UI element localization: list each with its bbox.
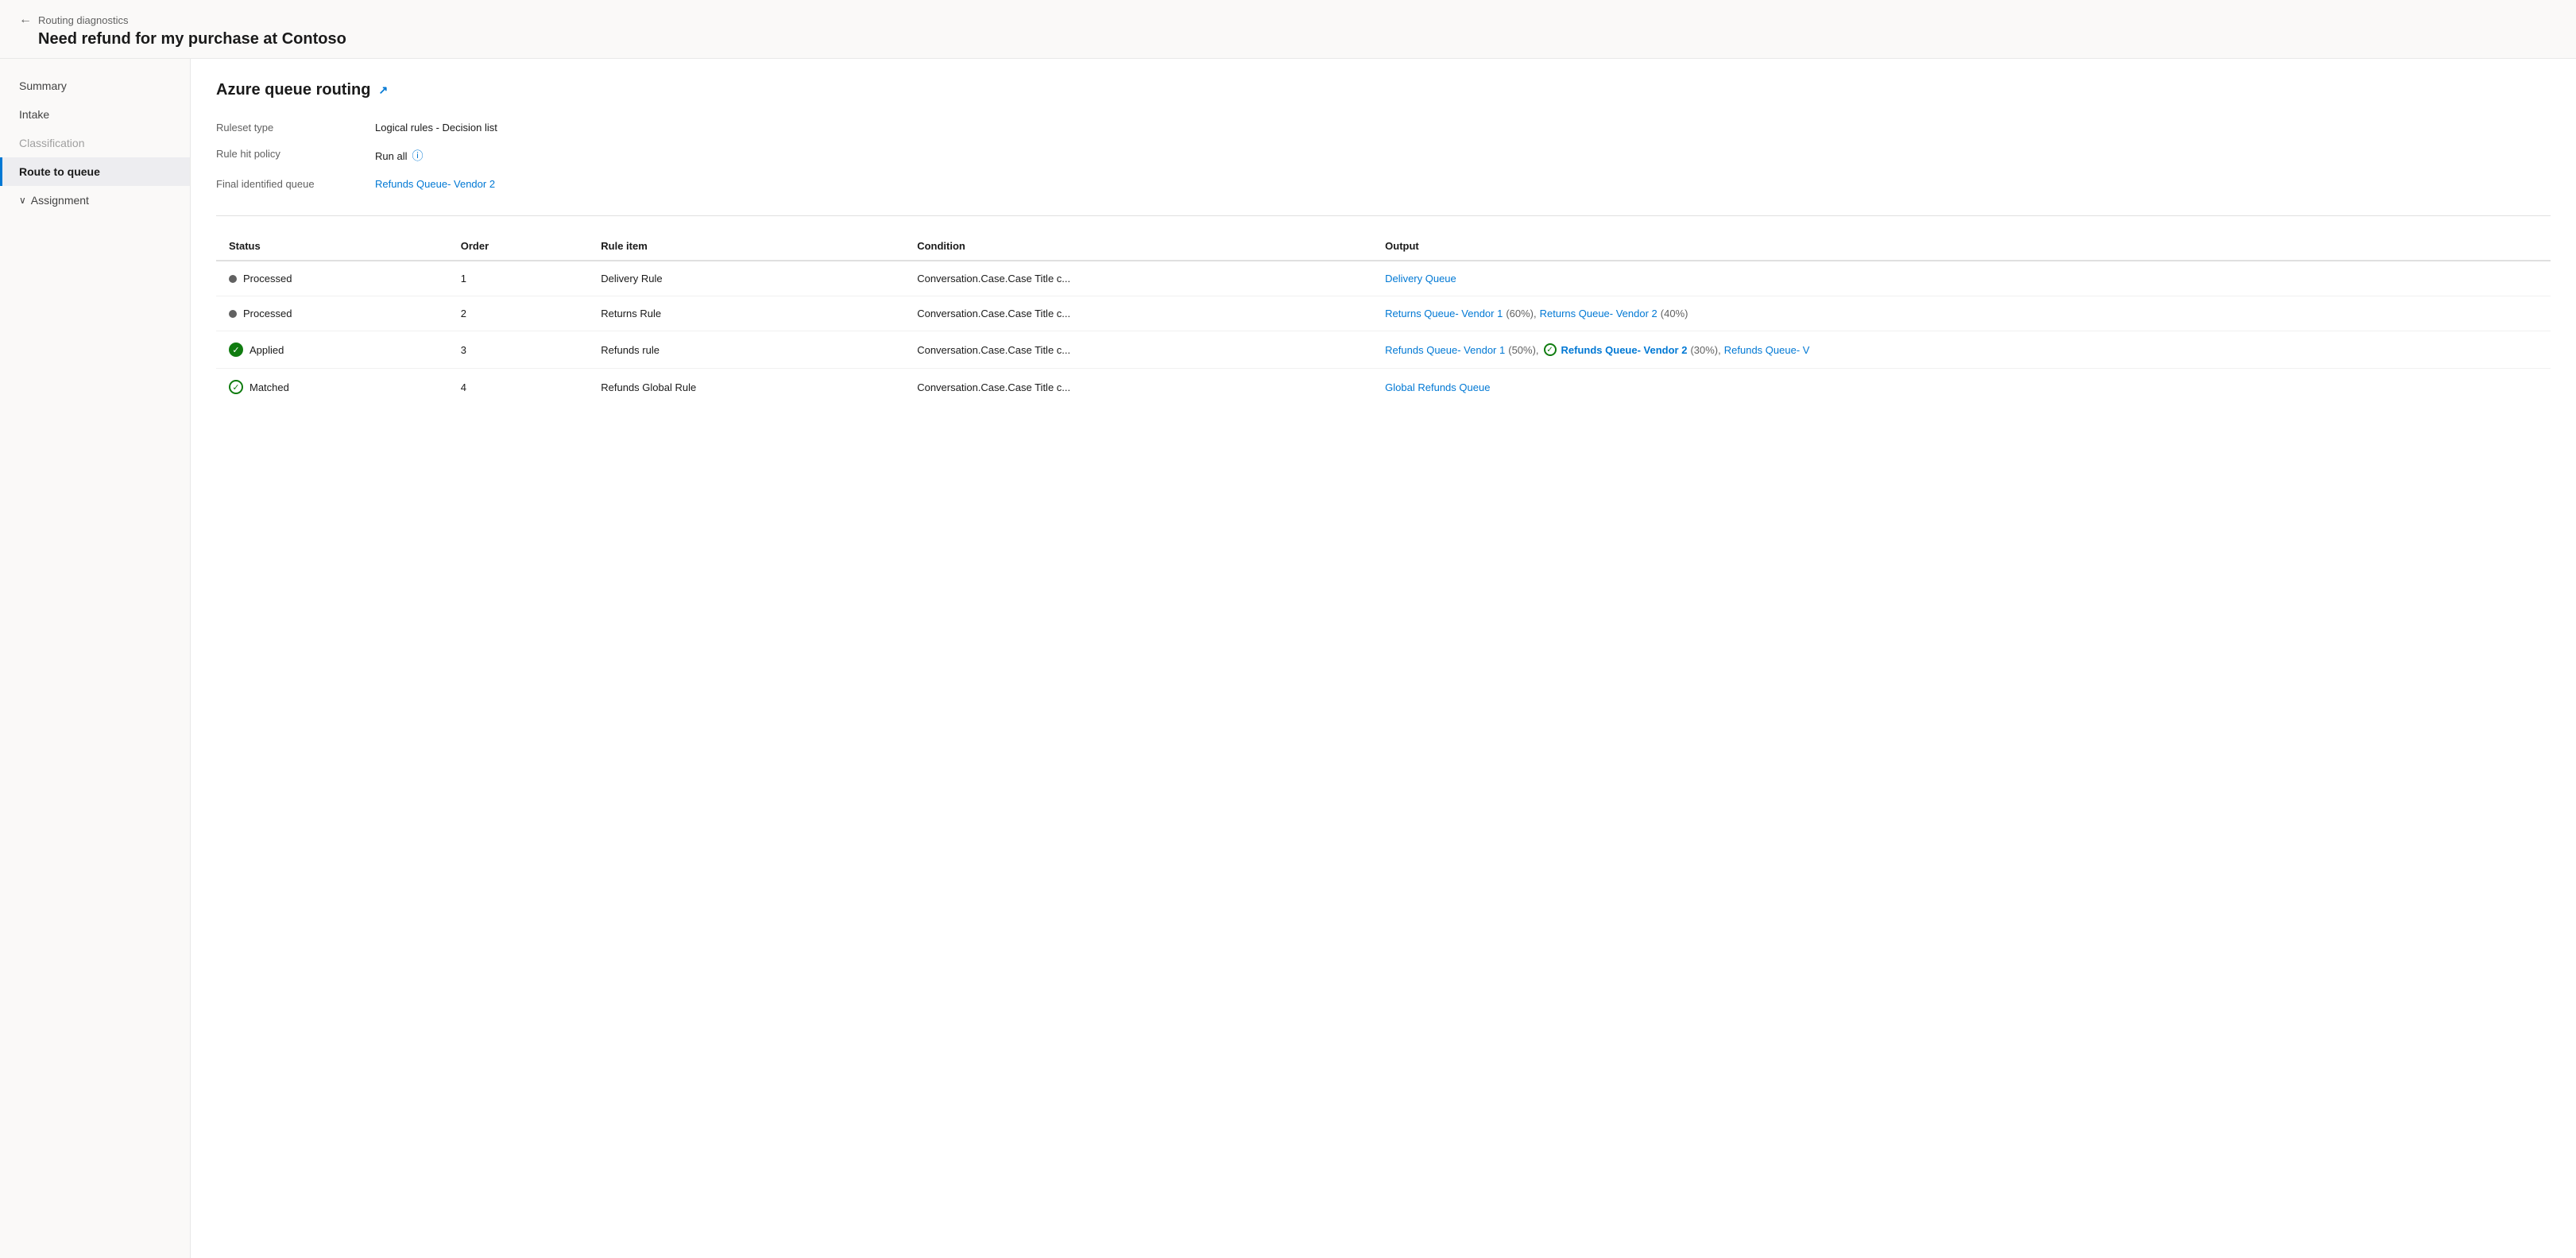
row1-rule-item: Delivery Rule (588, 261, 904, 296)
row4-order: 4 (448, 369, 589, 406)
status-label: Processed (243, 308, 292, 319)
final-queue-label: Final identified queue (216, 175, 375, 193)
section-title-text: Azure queue routing (216, 81, 370, 99)
status-label: Processed (243, 273, 292, 285)
refunds-queue-vendor1-link[interactable]: Refunds Queue- Vendor 1 (1385, 344, 1505, 356)
status-check-outline-icon: ✓ (229, 380, 243, 394)
sidebar-summary-label: Summary (19, 79, 67, 92)
sidebar-item-route-to-queue[interactable]: Route to queue (0, 157, 190, 186)
row1-output: Delivery Queue (1372, 261, 2551, 296)
status-label: Matched (249, 381, 289, 393)
table-header-row: Status Order Rule item Condition Output (216, 232, 2551, 261)
main-layout: Summary Intake Classification Route to q… (0, 59, 2576, 1258)
app-container: ← Routing diagnostics Need refund for my… (0, 0, 2576, 1258)
output-separator: (40%) (1661, 308, 1688, 319)
refunds-queue-vendor2-link[interactable]: Refunds Queue- Vendor 2 (1561, 344, 1688, 356)
header: ← Routing diagnostics Need refund for my… (0, 0, 2576, 59)
sidebar-item-classification: Classification (0, 129, 190, 157)
sidebar-item-summary[interactable]: Summary (0, 72, 190, 100)
row3-status: ✓ Applied (216, 331, 448, 369)
breadcrumb: ← Routing diagnostics (19, 13, 2557, 27)
sidebar: Summary Intake Classification Route to q… (0, 59, 191, 1258)
delivery-queue-link[interactable]: Delivery Queue (1385, 273, 1456, 285)
back-button[interactable]: ← (19, 13, 32, 27)
breadcrumb-text: Routing diagnostics (38, 14, 128, 26)
col-order: Order (448, 232, 589, 261)
status-label: Applied (249, 344, 284, 356)
rule-hit-policy-value: Run all ⓘ (375, 145, 2551, 167)
table-row: ✓ Matched 4 Refunds Global Rule Conversa… (216, 369, 2551, 406)
final-queue-value: Refunds Queue- Vendor 2 (375, 175, 2551, 193)
chevron-down-icon: ∨ (19, 195, 26, 206)
table-row: Processed 2 Returns Rule Conversation.Ca… (216, 296, 2551, 331)
sidebar-route-label: Route to queue (19, 165, 100, 178)
row4-output: Global Refunds Queue (1372, 369, 2551, 406)
row4-condition: Conversation.Case.Case Title c... (904, 369, 1372, 406)
status-dot-icon (229, 310, 237, 318)
output-separator: (60%), (1506, 308, 1536, 319)
info-grid: Ruleset type Logical rules - Decision li… (216, 118, 2551, 193)
row3-condition: Conversation.Case.Case Title c... (904, 331, 1372, 369)
table-row: ✓ Applied 3 Refunds rule Conversation.Ca… (216, 331, 2551, 369)
row3-rule-item: Refunds rule (588, 331, 904, 369)
col-rule-item: Rule item (588, 232, 904, 261)
output-separator: (30%), (1690, 344, 1720, 356)
rule-hit-policy-label: Rule hit policy (216, 145, 375, 167)
returns-queue-vendor1-link[interactable]: Returns Queue- Vendor 1 (1385, 308, 1503, 319)
sidebar-intake-label: Intake (19, 108, 49, 121)
final-queue-link[interactable]: Refunds Queue- Vendor 2 (375, 178, 495, 190)
status-dot-icon (229, 275, 237, 283)
sidebar-item-intake[interactable]: Intake (0, 100, 190, 129)
section-header: Azure queue routing ↗ (216, 81, 2551, 99)
row2-output: Returns Queue- Vendor 1 (60%), Returns Q… (1372, 296, 2551, 331)
table-row: Processed 1 Delivery Rule Conversation.C… (216, 261, 2551, 296)
row4-rule-item: Refunds Global Rule (588, 369, 904, 406)
divider (216, 215, 2551, 216)
returns-queue-vendor2-link[interactable]: Returns Queue- Vendor 2 (1540, 308, 1657, 319)
col-condition: Condition (904, 232, 1372, 261)
row1-order: 1 (448, 261, 589, 296)
row2-condition: Conversation.Case.Case Title c... (904, 296, 1372, 331)
page-title: Need refund for my purchase at Contoso (19, 30, 2557, 48)
content-area: Azure queue routing ↗ Ruleset type Logic… (191, 59, 2576, 1258)
row2-status: Processed (216, 296, 448, 331)
status-check-filled-icon: ✓ (229, 343, 243, 357)
col-output: Output (1372, 232, 2551, 261)
row2-order: 2 (448, 296, 589, 331)
sidebar-assignment-label: Assignment (31, 194, 89, 207)
external-link-icon[interactable]: ↗ (378, 83, 388, 97)
global-refunds-queue-link[interactable]: Global Refunds Queue (1385, 381, 1490, 393)
output-separator: (50%), (1508, 344, 1538, 356)
info-icon[interactable]: ⓘ (412, 148, 423, 164)
sidebar-classification-label: Classification (19, 137, 84, 149)
row1-condition: Conversation.Case.Case Title c... (904, 261, 1372, 296)
ruleset-type-value: Logical rules - Decision list (375, 118, 2551, 137)
inline-check-icon: ✓ (1544, 343, 1557, 356)
row2-rule-item: Returns Rule (588, 296, 904, 331)
col-status: Status (216, 232, 448, 261)
row1-status: Processed (216, 261, 448, 296)
row4-status: ✓ Matched (216, 369, 448, 406)
refunds-queue-v-link[interactable]: Refunds Queue- V (1724, 344, 1810, 356)
row3-output: Refunds Queue- Vendor 1 (50%), ✓ Refunds… (1372, 331, 2551, 369)
sidebar-item-assignment[interactable]: ∨ Assignment (0, 186, 190, 215)
row3-order: 3 (448, 331, 589, 369)
ruleset-type-label: Ruleset type (216, 118, 375, 137)
rules-table: Status Order Rule item Condition Output (216, 232, 2551, 405)
